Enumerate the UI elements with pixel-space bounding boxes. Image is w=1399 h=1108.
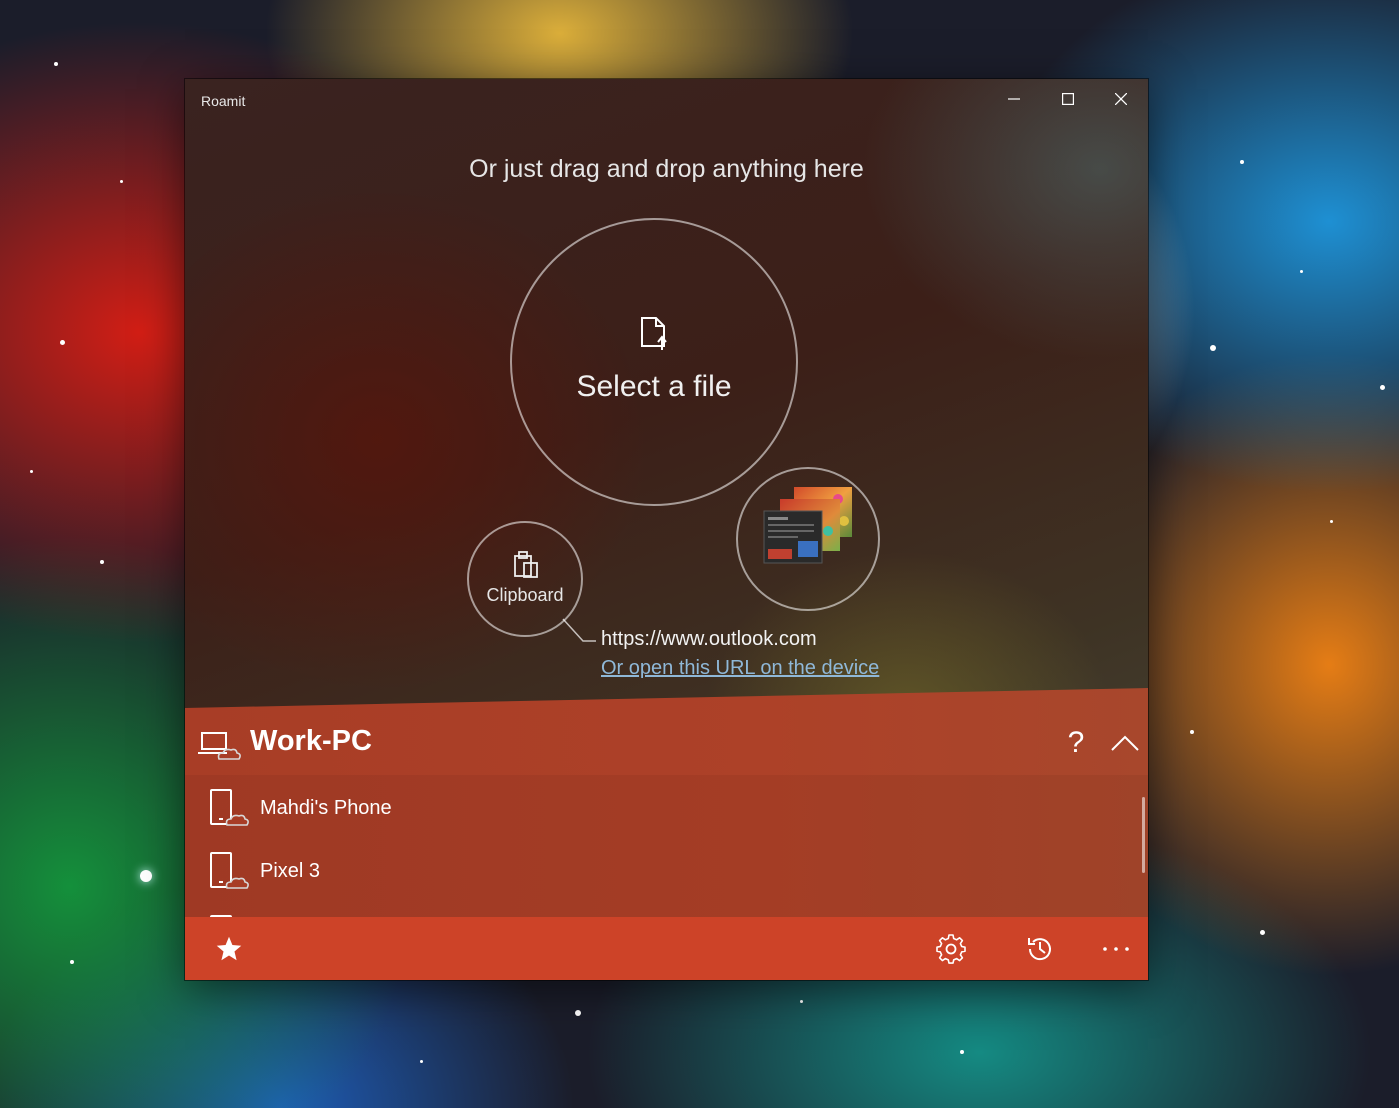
app-window: Roamit Or just drag and drop anything he…	[185, 79, 1148, 980]
device-item-partial[interactable]	[185, 903, 1135, 917]
device-name: Pixel 3	[260, 860, 321, 882]
device-header: Work-PC ?	[185, 707, 1148, 775]
history-button[interactable]	[1016, 925, 1064, 973]
device-item-pixel-3[interactable]: Pixel 3	[185, 840, 1135, 902]
laptop-cloud-icon	[198, 732, 241, 760]
device-item-mahdis-phone[interactable]: Mahdi's Phone	[185, 777, 1135, 839]
history-icon	[1028, 938, 1051, 961]
command-bar	[185, 917, 1148, 980]
chevron-up-icon	[1111, 735, 1139, 751]
more-button[interactable]	[1092, 925, 1140, 973]
more-icon	[1103, 947, 1129, 951]
settings-button[interactable]	[927, 925, 975, 973]
device-list: Mahdi's Phone Pixel 3	[185, 775, 1148, 917]
star-icon	[216, 936, 242, 961]
device-list-scrollbar[interactable]	[1142, 797, 1145, 873]
device-name: Mahdi's Phone	[260, 797, 392, 819]
phone-cloud-icon	[210, 852, 249, 889]
gear-icon	[936, 934, 966, 964]
phone-cloud-icon	[210, 789, 249, 826]
current-device-name: Work-PC	[250, 725, 372, 757]
collapse-button[interactable]	[1103, 721, 1147, 765]
help-button[interactable]: ?	[1053, 721, 1099, 765]
favorites-button[interactable]	[205, 925, 253, 973]
